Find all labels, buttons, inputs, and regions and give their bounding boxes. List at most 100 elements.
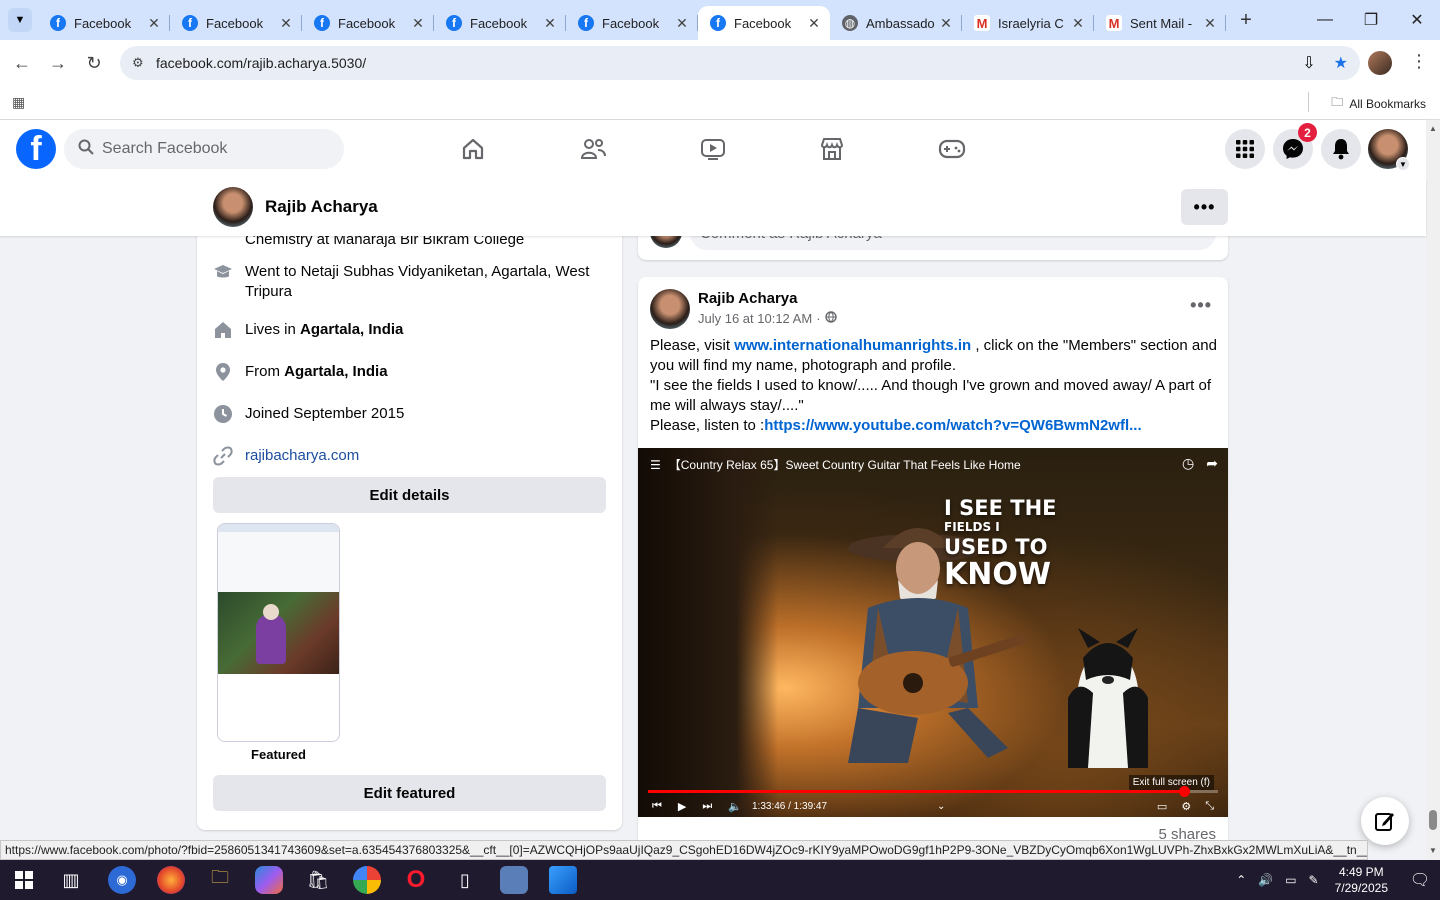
forward-button[interactable]: → — [40, 45, 76, 81]
exit-fullscreen-icon[interactable]: ⤡ — [1205, 800, 1214, 813]
facebook-logo-icon[interactable]: f — [16, 129, 56, 169]
messenger-button[interactable]: 2 — [1273, 123, 1317, 169]
post-link-website[interactable]: www.internationalhumanrights.in — [734, 337, 971, 354]
all-bookmarks-button[interactable]: 🗀 All Bookmarks — [1331, 93, 1426, 114]
browser-tab[interactable]: f Facebook ✕ — [38, 6, 170, 40]
profile-name[interactable]: Rajib Acharya — [265, 197, 378, 217]
speaker-icon[interactable]: 🔊 — [1258, 873, 1273, 887]
from-place[interactable]: Agartala, India — [284, 363, 387, 380]
watch-later-icon[interactable]: ◷ — [1182, 455, 1194, 472]
close-icon[interactable]: ✕ — [278, 15, 294, 32]
home-icon[interactable] — [453, 132, 493, 166]
share-icon[interactable]: ➦ — [1206, 455, 1218, 472]
chevron-down-icon[interactable]: ⌄ — [937, 801, 945, 812]
close-icon[interactable]: ✕ — [938, 15, 954, 32]
new-tab-button[interactable]: + — [1232, 6, 1260, 34]
install-app-icon[interactable]: ⇩ — [1302, 53, 1315, 73]
network-icon[interactable]: ▭ — [1285, 873, 1296, 887]
intro-education-text[interactable]: Went to Netaji Subhas Vidyaniketan, Agar… — [245, 262, 610, 302]
post-author-name[interactable]: Rajib Acharya — [698, 290, 798, 307]
chrome-profile-app-icon[interactable] — [500, 866, 528, 894]
settings-gear-icon[interactable]: ⚙ — [1181, 800, 1191, 813]
bookmark-star-icon[interactable]: ★ — [1334, 53, 1348, 73]
comment-input[interactable]: Comment as Rajib Acharya — [690, 236, 1216, 250]
scrollbar-thumb[interactable] — [1429, 810, 1437, 830]
browser-tab[interactable]: f Facebook ✕ — [434, 6, 566, 40]
file-explorer-icon[interactable]: 🗀 — [206, 866, 234, 894]
profile-avatar[interactable] — [213, 187, 253, 227]
close-window-button[interactable]: ✕ — [1394, 0, 1440, 40]
back-button[interactable]: ← — [4, 45, 40, 81]
close-icon[interactable]: ✕ — [1070, 15, 1086, 32]
opera-icon[interactable]: O — [402, 866, 430, 894]
intro-website-link[interactable]: rajibacharya.com — [245, 446, 610, 466]
menu-grid-button[interactable] — [1225, 129, 1265, 169]
tab-search-button[interactable]: ▼ — [8, 8, 32, 32]
marketplace-icon[interactable] — [812, 132, 852, 166]
zoom-app-icon[interactable]: ◉ — [108, 866, 136, 894]
edit-featured-button[interactable]: Edit featured — [213, 775, 606, 811]
notification-center-icon[interactable]: 🗨 — [1400, 870, 1440, 890]
address-url[interactable]: facebook.com/rajib.acharya.5030/ — [156, 55, 366, 71]
edit-details-button[interactable]: Edit details — [213, 477, 606, 513]
browser-tab[interactable]: f Facebook ✕ — [698, 6, 830, 40]
apps-grid-icon[interactable]: ▦ — [12, 94, 25, 111]
browser-tab[interactable]: f Facebook ✕ — [170, 6, 302, 40]
profile-more-button[interactable]: ••• — [1181, 189, 1228, 225]
friends-icon[interactable] — [573, 132, 613, 166]
page-scrollbar[interactable]: ▲ ▼ — [1426, 120, 1440, 860]
windows-start-icon[interactable] — [10, 866, 38, 894]
search-input[interactable] — [102, 140, 322, 158]
close-icon[interactable]: ✕ — [146, 15, 162, 32]
previous-icon[interactable]: ⏮ — [652, 800, 662, 813]
chrome-icon[interactable] — [353, 866, 381, 894]
close-icon[interactable]: ✕ — [410, 15, 426, 32]
task-view-icon[interactable]: ▥ — [57, 866, 85, 894]
browser-tab[interactable]: f Facebook ✕ — [566, 6, 698, 40]
firefox-icon[interactable] — [157, 866, 185, 894]
close-icon[interactable]: ✕ — [542, 15, 558, 32]
featured-thumbnail[interactable] — [217, 523, 340, 742]
captions-icon[interactable]: ▭ — [1157, 800, 1167, 813]
video-title[interactable]: 【Country Relax 65】Sweet Country Guitar T… — [669, 456, 1021, 473]
close-icon[interactable]: ✕ — [1202, 15, 1218, 32]
notifications-button[interactable] — [1321, 129, 1361, 169]
facebook-search[interactable] — [64, 129, 344, 169]
video-icon[interactable] — [693, 132, 733, 166]
volume-icon[interactable]: 🔈 — [728, 800, 742, 813]
play-icon[interactable]: ▶ — [678, 800, 686, 813]
browser-tab[interactable]: f Facebook ✕ — [302, 6, 434, 40]
scroll-down-icon[interactable]: ▼ — [1429, 846, 1437, 855]
video-scrubber-knob[interactable] — [1178, 786, 1190, 797]
address-bar[interactable]: ⚙ facebook.com/rajib.acharya.5030/ ⇩ ★ — [120, 46, 1360, 80]
browser-tab[interactable]: M Sent Mail - ✕ — [1094, 6, 1226, 40]
chevron-up-icon[interactable]: ⌃ — [1236, 873, 1246, 887]
account-avatar[interactable]: ▼ — [1368, 129, 1410, 171]
photos-app-icon[interactable] — [549, 866, 577, 894]
playlist-icon[interactable]: ☰ — [650, 458, 661, 472]
reload-button[interactable]: ↻ — [76, 45, 112, 81]
browser-tab[interactable]: M Israelyria C ✕ — [962, 6, 1094, 40]
post-more-button[interactable]: ••• — [1190, 295, 1212, 316]
browser-profile-avatar[interactable] — [1368, 51, 1392, 75]
post-author-avatar[interactable] — [650, 289, 690, 329]
notepad-icon[interactable]: ▯ — [451, 866, 479, 894]
site-settings-icon[interactable]: ⚙ — [132, 55, 152, 71]
post-link-youtube[interactable]: https://www.youtube.com/watch?v=QW6BwmN2… — [764, 417, 1141, 434]
next-icon[interactable]: ⏭ — [702, 800, 712, 813]
video-progress-bar[interactable] — [648, 786, 1218, 797]
browser-menu-icon[interactable]: ⋮ — [1410, 51, 1428, 72]
close-icon[interactable]: ✕ — [806, 15, 822, 32]
lives-place[interactable]: Agartala, India — [300, 321, 403, 338]
copilot-icon[interactable] — [255, 866, 283, 894]
browser-tab[interactable]: ◍ Ambassado ✕ — [830, 6, 962, 40]
new-message-button[interactable] — [1361, 797, 1409, 845]
microsoft-store-icon[interactable]: 🛍 — [304, 866, 332, 894]
close-icon[interactable]: ✕ — [674, 15, 690, 32]
post-time[interactable]: July 16 at 10:12 AM — [698, 311, 812, 326]
minimize-button[interactable]: — — [1302, 0, 1348, 40]
taskbar-clock[interactable]: 4:49 PM 7/29/2025 — [1335, 864, 1388, 896]
pen-icon[interactable]: ✎ — [1309, 873, 1319, 887]
scroll-up-icon[interactable]: ▲ — [1429, 124, 1437, 133]
restore-button[interactable]: ❐ — [1348, 0, 1394, 40]
